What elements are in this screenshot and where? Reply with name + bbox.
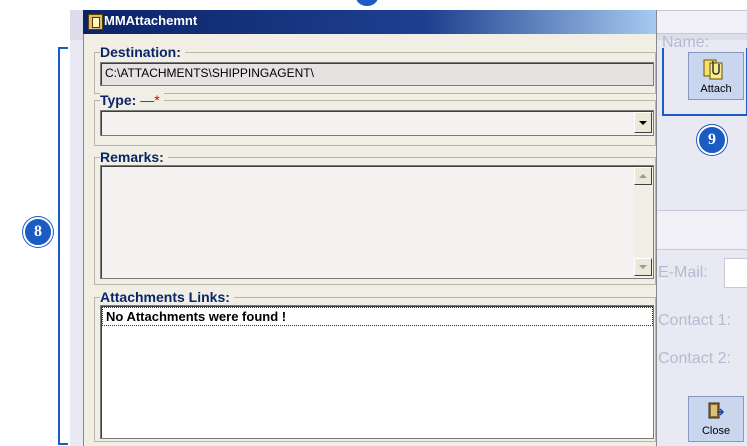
chevron-down-icon <box>639 265 647 269</box>
background-top-field <box>655 10 747 34</box>
type-dropdown[interactable] <box>100 110 654 136</box>
background-contact2-label: Contact 2: <box>658 350 731 367</box>
type-label-container: Type: —* <box>100 92 164 108</box>
document-icon <box>88 14 103 30</box>
remarks-scrollbar[interactable] <box>634 167 652 276</box>
background-email-label: E-Mail: <box>658 264 708 281</box>
callout-9-bracket <box>662 48 747 116</box>
remarks-value <box>101 166 105 169</box>
type-dropdown-button[interactable] <box>634 112 652 133</box>
exit-door-icon <box>706 401 726 421</box>
type-value <box>101 111 105 114</box>
attachments-list[interactable]: No Attachments were found ! <box>100 305 654 439</box>
list-item[interactable]: No Attachments were found ! <box>102 307 653 326</box>
background-field <box>655 210 747 250</box>
type-label: Type: <box>100 92 137 108</box>
scroll-up-button[interactable] <box>634 167 652 185</box>
callout-9-badge: 9 <box>697 125 727 155</box>
attachments-label: Attachments Links: <box>100 289 234 305</box>
callout-top-badge <box>356 0 378 6</box>
remarks-textarea[interactable] <box>100 165 654 279</box>
required-asterisk: * <box>154 92 160 108</box>
callout-8-bracket <box>58 47 68 445</box>
required-marker: — <box>136 92 155 108</box>
chevron-up-icon <box>639 174 647 178</box>
close-button-label: Close <box>701 425 731 437</box>
chevron-down-icon <box>639 121 647 125</box>
destination-value: C:\ATTACHMENTS\SHIPPINGAGENT\ <box>105 66 314 80</box>
scroll-down-button[interactable] <box>634 258 652 276</box>
background-email-field <box>724 258 747 288</box>
remarks-label: Remarks: <box>100 149 168 165</box>
background-contact1-label: Contact 1: <box>658 312 731 329</box>
destination-label: Destination: <box>100 44 185 60</box>
destination-field: C:\ATTACHMENTS\SHIPPINGAGENT\ <box>100 62 654 86</box>
window-title: MMAttachemnt <box>104 13 198 28</box>
callout-8-badge: 8 <box>23 217 53 247</box>
close-button[interactable]: Close <box>688 396 744 442</box>
